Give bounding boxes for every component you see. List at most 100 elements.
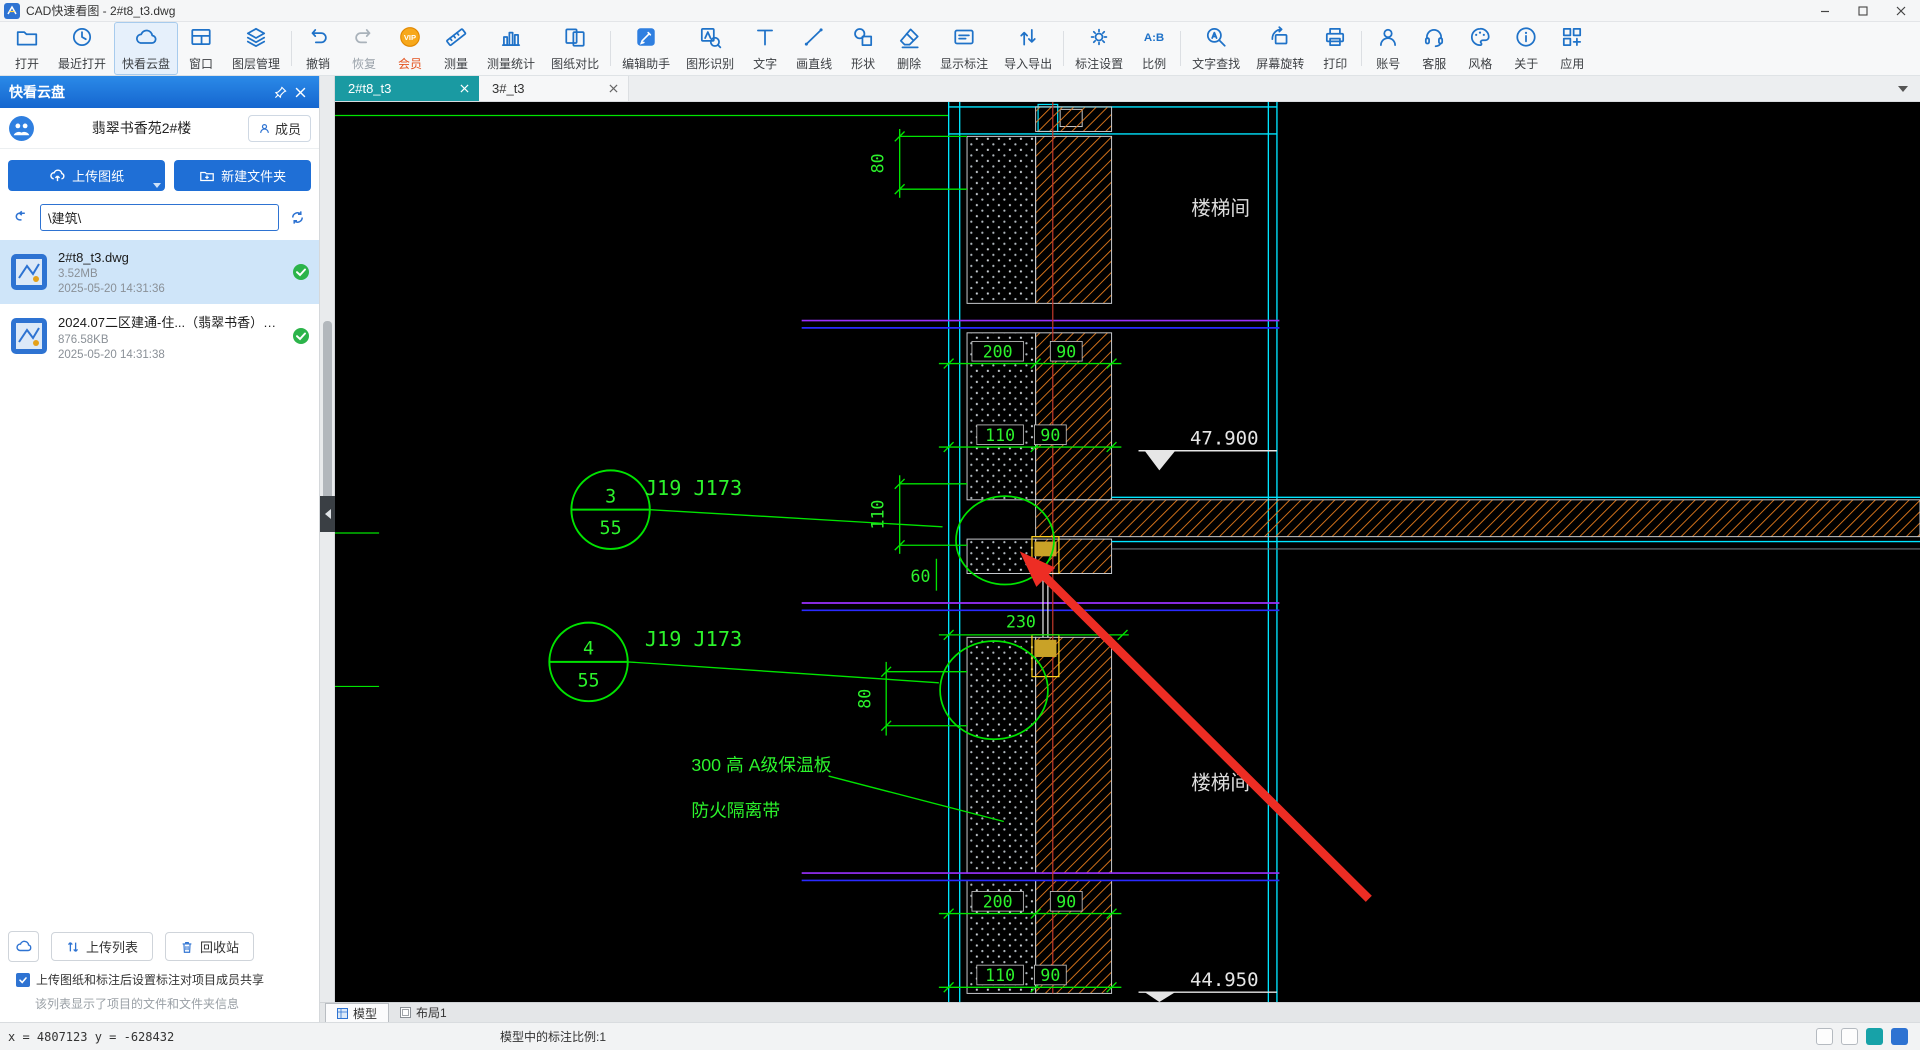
toolbar-label-text: 文字 [753,55,777,72]
toolbar-item-redo[interactable]: 恢复 [341,22,387,75]
toolbar-item-apps[interactable]: 应用 [1549,22,1595,75]
toolbar-item-find-text[interactable]: 文字查找 [1184,22,1248,75]
show-annotations-icon [952,25,976,54]
toolbar-item-delete[interactable]: 删除 [886,22,932,75]
toolbar-item-cloud-drive[interactable]: 快看云盘 [114,22,178,75]
toolbar-item-open[interactable]: 打开 [4,22,50,75]
toolbar-item-show-annotations[interactable]: 显示标注 [932,22,996,75]
tab-close-icon[interactable] [460,81,469,96]
window-icon [189,25,213,54]
upload-list-icon [66,940,80,954]
toolbar-item-layer-manager[interactable]: 图层管理 [224,22,288,75]
toolbar-label-recent-open: 最近打开 [58,55,106,72]
drawing-tab-1[interactable]: 2#t8_t3 [335,76,479,101]
toolbar-separator [1063,31,1064,66]
upload-cloud-icon [49,167,66,184]
toolbar-item-drawing-compare[interactable]: 图纸对比 [543,22,607,75]
svg-text:44.950: 44.950 [1190,969,1259,991]
toolbar-label-edit-assistant: 编辑助手 [622,55,670,72]
svg-text:4: 4 [583,639,594,660]
back-button[interactable] [8,204,35,231]
sidebar-scrollbar[interactable] [323,321,332,506]
svg-text:A:B: A:B [1144,32,1164,44]
toolbar-item-style[interactable]: 风格 [1457,22,1503,75]
toolbar-item-measure-stats[interactable]: 测量统计 [479,22,543,75]
panel-close-icon[interactable] [290,82,310,102]
toolbar-item-screen-rotate[interactable]: 屏幕旋转 [1248,22,1312,75]
toolbar-item-recent-open[interactable]: 最近打开 [50,22,114,75]
toolbar-item-account[interactable]: 账号 [1365,22,1411,75]
status-view-toggle-icon[interactable] [1866,1028,1883,1045]
toolbar-item-vip[interactable]: VIP会员 [387,22,433,75]
cad-canvas[interactable]: 80 200 90 110 90 110 60 230 80 200 [335,102,1920,1002]
close-button[interactable] [1882,0,1920,21]
path-input[interactable]: \建筑\ [40,204,279,231]
upload-list-button[interactable]: 上传列表 [51,932,153,961]
toolbar-label-shape-recognition: 图形识别 [686,55,734,72]
main-toolbar: 打开最近打开快看云盘窗口图层管理撤销恢复VIP会员测量测量统计图纸对比编辑助手图… [0,22,1920,76]
panel-title: 快看云盘 [9,82,270,102]
refresh-button[interactable] [284,204,311,231]
tab-list-dropdown-icon[interactable] [1898,86,1908,92]
layout-icon [400,1007,411,1018]
minimize-button[interactable] [1806,0,1844,21]
toolbar-item-draw-line[interactable]: 画直线 [788,22,840,75]
toolbar-label-window: 窗口 [189,55,213,72]
toolbar-item-annotation-settings[interactable]: 标注设置 [1067,22,1131,75]
toolbar-item-import-export[interactable]: 导入导出 [996,22,1060,75]
toolbar-item-undo[interactable]: 撤销 [295,22,341,75]
maximize-button[interactable] [1844,0,1882,21]
file-item-2[interactable]: 2024.07二区建通-住...（翡翠书香）_t3.dwg876.58KB202… [0,304,319,368]
toolbar-item-shapes[interactable]: 形状 [840,22,886,75]
annotation-settings-icon [1087,25,1111,54]
status-doc-icon-2[interactable] [1841,1028,1858,1045]
file-date: 2025-05-20 14:31:36 [58,283,283,295]
toolbar-item-measure[interactable]: 测量 [433,22,479,75]
svg-text:VIP: VIP [404,33,416,42]
folder-plus-icon [199,168,215,184]
members-button[interactable]: 成员 [248,115,311,142]
elevation-marker-bottom: 44.950 [1139,969,1277,1002]
toolbar-item-shape-recognition[interactable]: 图形识别 [678,22,742,75]
pin-icon[interactable] [270,82,290,102]
svg-text:200: 200 [983,892,1013,911]
drawing-compare-icon [563,25,587,54]
sidebar-collapse-handle[interactable] [320,496,335,532]
toolbar-item-print[interactable]: 打印 [1312,22,1358,75]
toolbar-label-undo: 撤销 [306,55,330,72]
share-checkbox[interactable] [16,973,30,987]
model-tab[interactable]: 模型 [325,1003,389,1022]
toolbar-item-support[interactable]: 客服 [1411,22,1457,75]
toolbar-item-about[interactable]: 关于 [1503,22,1549,75]
upload-drawing-button[interactable]: 上传图纸 [8,160,165,191]
toolbar-item-text[interactable]: 文字 [742,22,788,75]
dwg-file-icon [9,316,49,356]
status-doc-icon-1[interactable] [1816,1028,1833,1045]
member-icon [258,122,271,135]
cloud-drive-panel: 快看云盘 翡翠书香苑2#楼 成员 上传 [0,76,320,1022]
layout1-tab[interactable]: 布局1 [389,1003,458,1022]
drawing-tab-2[interactable]: 3#_t3 [479,76,629,101]
toolbar-label-measure: 测量 [444,55,468,72]
toolbar-separator [291,31,292,66]
toolbar-item-scale-ratio[interactable]: A:B 比例 [1131,22,1177,75]
tab-close-icon[interactable] [609,81,618,96]
level-lines [335,116,949,687]
app-logo-icon [4,3,20,19]
file-item-1[interactable]: 2#t8_t3.dwg3.52MB2025-05-20 14:31:36 [0,240,319,304]
toolbar-label-print: 打印 [1323,55,1347,72]
svg-text:300 高 A级保温板: 300 高 A级保温板 [691,755,831,775]
new-folder-label: 新建文件夹 [221,166,286,185]
recycle-bin-button[interactable]: 回收站 [165,932,254,961]
upload-dropdown-caret-icon[interactable] [153,183,161,188]
dwg-file-icon [9,252,49,292]
vip-icon: VIP [398,25,422,54]
toolbar-label-scale-ratio: 比例 [1142,55,1166,72]
file-name: 2#t8_t3.dwg [58,250,283,265]
status-layout-toggle-icon[interactable] [1891,1028,1908,1045]
cloud-image-button[interactable] [8,931,39,962]
toolbar-item-window[interactable]: 窗口 [178,22,224,75]
toolbar-item-edit-assistant[interactable]: 编辑助手 [614,22,678,75]
list-hint: 该列表显示了项目的文件和文件夹信息 [8,990,311,1018]
new-folder-button[interactable]: 新建文件夹 [174,160,311,191]
